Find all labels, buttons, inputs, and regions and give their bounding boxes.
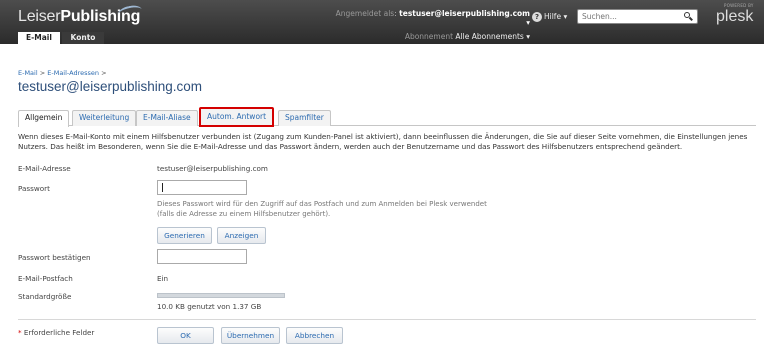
apply-button[interactable]: Übernehmen — [221, 327, 280, 344]
required-fields-label: Erforderliche Felder — [23, 328, 95, 337]
help-menu[interactable]: ? Hilfe ▾ — [532, 12, 567, 22]
tab-account[interactable]: Konto — [62, 32, 104, 44]
email-address-label: E-Mail-Adresse — [18, 164, 71, 173]
tab-email[interactable]: E-Mail — [18, 32, 60, 44]
confirm-password-box — [157, 249, 247, 264]
breadcrumb-email[interactable]: E-Mail — [18, 69, 38, 77]
tab-general[interactable]: Allgemein — [18, 110, 70, 127]
default-size-label: Standardgröße — [18, 292, 72, 301]
required-fields-note: * Erforderliche Felder — [18, 328, 94, 337]
help-icon: ? — [532, 12, 542, 22]
form-divider — [18, 319, 756, 320]
plesk-logo: plesk — [716, 8, 754, 25]
mailbox-label: E-Mail-Postfach — [18, 274, 73, 283]
password-field-box — [157, 180, 247, 195]
text-cursor — [162, 183, 163, 192]
breadcrumb-separator: > — [39, 69, 46, 77]
intro-text: Wenn dieses E-Mail-Konto mit einem Hilfs… — [18, 132, 748, 151]
confirm-password-label: Passwort bestätigen — [18, 253, 91, 262]
required-star: * — [18, 328, 22, 337]
cancel-button[interactable]: Abbrechen — [286, 327, 343, 344]
tab-forwarding[interactable]: Weiterleitung — [72, 110, 137, 126]
settings-tabs: Allgemein Weiterleitung E-Mail-Aliase Au… — [18, 107, 756, 127]
password-field[interactable] — [158, 181, 246, 194]
generate-button[interactable]: Generieren — [157, 227, 212, 244]
password-hint: Dieses Passwort wird für den Zugriff auf… — [157, 200, 487, 218]
ok-button[interactable]: OK — [157, 327, 214, 344]
help-label: Hilfe ▾ — [544, 12, 568, 21]
breadcrumb-separator: > — [101, 69, 107, 77]
session-user-menu[interactable]: testuser@leiserpublishing.com ▾ — [399, 9, 530, 27]
search-box — [577, 9, 698, 24]
subscription-label: Abonnement — [404, 32, 454, 41]
search-input[interactable] — [578, 10, 668, 23]
confirm-password-field[interactable] — [158, 250, 246, 263]
top-header: LeiserPublishing Angemeldet als: testuse… — [0, 0, 764, 44]
show-button[interactable]: Anzeigen — [217, 227, 266, 244]
password-label: Passwort — [18, 184, 50, 193]
page-title: testuser@leiserpublishing.com — [18, 79, 203, 94]
breadcrumb: E-Mail > E-Mail-Adressen > — [18, 69, 107, 77]
email-address-value: testuser@leiserpublishing.com — [157, 164, 268, 173]
tab-auto-reply[interactable]: Autom. Antwort — [199, 107, 275, 127]
logo-text-light: Leiser — [18, 8, 61, 25]
search-icon[interactable] — [682, 11, 695, 22]
session-label: Angemeldet als — [335, 9, 395, 18]
quota-progress-bar — [157, 293, 285, 298]
breadcrumb-email-addresses[interactable]: E-Mail-Adressen — [47, 69, 99, 77]
quota-text: 10.0 KB genutzt von 1.37 GB — [157, 302, 262, 311]
tab-spam-filter[interactable]: Spamfilter — [278, 110, 331, 126]
tab-email-aliases[interactable]: E-Mail-Aliase — [136, 110, 198, 126]
mailbox-value: Ein — [157, 274, 169, 283]
session-info: Angemeldet als: testuser@leiserpublishin… — [335, 9, 530, 41]
subscription-menu[interactable]: Alle Abonnements ▾ — [455, 32, 530, 41]
